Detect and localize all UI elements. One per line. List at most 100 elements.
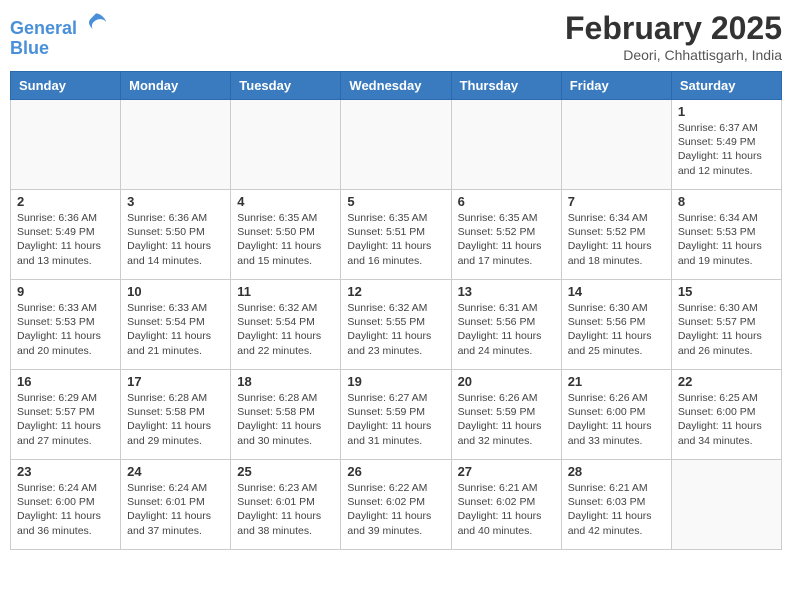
- logo-bird-icon: [84, 10, 108, 34]
- day-of-week-header: Thursday: [451, 72, 561, 100]
- day-number: 8: [678, 194, 775, 209]
- day-info: Sunrise: 6:33 AM Sunset: 5:53 PM Dayligh…: [17, 301, 114, 358]
- day-of-week-header: Wednesday: [341, 72, 451, 100]
- day-number: 2: [17, 194, 114, 209]
- day-number: 11: [237, 284, 334, 299]
- calendar-cell: 23 Sunrise: 6:24 AM Sunset: 6:00 PM Dayli…: [11, 460, 121, 550]
- day-of-week-header: Saturday: [671, 72, 781, 100]
- day-info: Sunrise: 6:36 AM Sunset: 5:50 PM Dayligh…: [127, 211, 224, 268]
- day-info: Sunrise: 6:34 AM Sunset: 5:53 PM Dayligh…: [678, 211, 775, 268]
- day-info: Sunrise: 6:33 AM Sunset: 5:54 PM Dayligh…: [127, 301, 224, 358]
- calendar-cell: 11 Sunrise: 6:32 AM Sunset: 5:54 PM Dayli…: [231, 280, 341, 370]
- day-number: 28: [568, 464, 665, 479]
- day-info: Sunrise: 6:21 AM Sunset: 6:03 PM Dayligh…: [568, 481, 665, 538]
- month-title: February 2025: [565, 10, 782, 47]
- day-number: 17: [127, 374, 224, 389]
- day-info: Sunrise: 6:36 AM Sunset: 5:49 PM Dayligh…: [17, 211, 114, 268]
- day-number: 27: [458, 464, 555, 479]
- day-number: 18: [237, 374, 334, 389]
- calendar-cell: 16 Sunrise: 6:29 AM Sunset: 5:57 PM Dayli…: [11, 370, 121, 460]
- calendar-cell: 15 Sunrise: 6:30 AM Sunset: 5:57 PM Dayli…: [671, 280, 781, 370]
- day-number: 20: [458, 374, 555, 389]
- calendar-header-row: SundayMondayTuesdayWednesdayThursdayFrid…: [11, 72, 782, 100]
- day-number: 4: [237, 194, 334, 209]
- day-info: Sunrise: 6:22 AM Sunset: 6:02 PM Dayligh…: [347, 481, 444, 538]
- day-info: Sunrise: 6:28 AM Sunset: 5:58 PM Dayligh…: [127, 391, 224, 448]
- calendar-cell: 21 Sunrise: 6:26 AM Sunset: 6:00 PM Dayli…: [561, 370, 671, 460]
- page-header: General Blue February 2025 Deori, Chhatt…: [10, 10, 782, 63]
- calendar-cell: 22Sunrise: 6:25 AM Sunset: 6:00 PM Dayli…: [671, 370, 781, 460]
- calendar-cell: 3 Sunrise: 6:36 AM Sunset: 5:50 PM Daylig…: [121, 190, 231, 280]
- day-info: Sunrise: 6:35 AM Sunset: 5:52 PM Dayligh…: [458, 211, 555, 268]
- calendar-cell: 24Sunrise: 6:24 AM Sunset: 6:01 PM Dayli…: [121, 460, 231, 550]
- day-info: Sunrise: 6:28 AM Sunset: 5:58 PM Dayligh…: [237, 391, 334, 448]
- day-info: Sunrise: 6:23 AM Sunset: 6:01 PM Dayligh…: [237, 481, 334, 538]
- calendar-cell: 13 Sunrise: 6:31 AM Sunset: 5:56 PM Dayli…: [451, 280, 561, 370]
- day-number: 7: [568, 194, 665, 209]
- day-info: Sunrise: 6:32 AM Sunset: 5:54 PM Dayligh…: [237, 301, 334, 358]
- day-number: 16: [17, 374, 114, 389]
- day-number: 6: [458, 194, 555, 209]
- day-number: 13: [458, 284, 555, 299]
- day-number: 23: [17, 464, 114, 479]
- calendar-cell: [671, 460, 781, 550]
- day-info: Sunrise: 6:30 AM Sunset: 5:57 PM Dayligh…: [678, 301, 775, 358]
- day-number: 15: [678, 284, 775, 299]
- calendar-cell: 1Sunrise: 6:37 AM Sunset: 5:49 PM Daylig…: [671, 100, 781, 190]
- calendar-cell: 28 Sunrise: 6:21 AM Sunset: 6:03 PM Dayli…: [561, 460, 671, 550]
- title-block: February 2025 Deori, Chhattisgarh, India: [565, 10, 782, 63]
- calendar-cell: 14 Sunrise: 6:30 AM Sunset: 5:56 PM Dayli…: [561, 280, 671, 370]
- calendar-cell: 25 Sunrise: 6:23 AM Sunset: 6:01 PM Dayli…: [231, 460, 341, 550]
- calendar-cell: [341, 100, 451, 190]
- calendar-cell: [231, 100, 341, 190]
- day-info: Sunrise: 6:34 AM Sunset: 5:52 PM Dayligh…: [568, 211, 665, 268]
- calendar-cell: 18 Sunrise: 6:28 AM Sunset: 5:58 PM Dayli…: [231, 370, 341, 460]
- week-row: 9 Sunrise: 6:33 AM Sunset: 5:53 PM Daylig…: [11, 280, 782, 370]
- calendar-cell: 20Sunrise: 6:26 AM Sunset: 5:59 PM Dayli…: [451, 370, 561, 460]
- day-info: Sunrise: 6:26 AM Sunset: 6:00 PM Dayligh…: [568, 391, 665, 448]
- day-number: 5: [347, 194, 444, 209]
- day-info: Sunrise: 6:35 AM Sunset: 5:51 PM Dayligh…: [347, 211, 444, 268]
- day-number: 19: [347, 374, 444, 389]
- calendar-cell: 26 Sunrise: 6:22 AM Sunset: 6:02 PM Dayli…: [341, 460, 451, 550]
- calendar-cell: 9 Sunrise: 6:33 AM Sunset: 5:53 PM Daylig…: [11, 280, 121, 370]
- day-of-week-header: Sunday: [11, 72, 121, 100]
- day-number: 12: [347, 284, 444, 299]
- day-info: Sunrise: 6:32 AM Sunset: 5:55 PM Dayligh…: [347, 301, 444, 358]
- day-info: Sunrise: 6:35 AM Sunset: 5:50 PM Dayligh…: [237, 211, 334, 268]
- day-number: 1: [678, 104, 775, 119]
- logo-text: General: [10, 10, 108, 39]
- week-row: 1Sunrise: 6:37 AM Sunset: 5:49 PM Daylig…: [11, 100, 782, 190]
- calendar-cell: [11, 100, 121, 190]
- calendar-cell: 27 Sunrise: 6:21 AM Sunset: 6:02 PM Dayli…: [451, 460, 561, 550]
- week-row: 23 Sunrise: 6:24 AM Sunset: 6:00 PM Dayli…: [11, 460, 782, 550]
- location-subtitle: Deori, Chhattisgarh, India: [565, 47, 782, 63]
- calendar-cell: 4 Sunrise: 6:35 AM Sunset: 5:50 PM Daylig…: [231, 190, 341, 280]
- day-number: 25: [237, 464, 334, 479]
- day-number: 14: [568, 284, 665, 299]
- day-info: Sunrise: 6:29 AM Sunset: 5:57 PM Dayligh…: [17, 391, 114, 448]
- calendar-table: SundayMondayTuesdayWednesdayThursdayFrid…: [10, 71, 782, 550]
- logo-text-blue: Blue: [10, 39, 108, 59]
- day-number: 3: [127, 194, 224, 209]
- calendar-cell: [451, 100, 561, 190]
- calendar-cell: 19Sunrise: 6:27 AM Sunset: 5:59 PM Dayli…: [341, 370, 451, 460]
- calendar-cell: 10 Sunrise: 6:33 AM Sunset: 5:54 PM Dayli…: [121, 280, 231, 370]
- day-number: 21: [568, 374, 665, 389]
- day-of-week-header: Monday: [121, 72, 231, 100]
- calendar-cell: 6 Sunrise: 6:35 AM Sunset: 5:52 PM Daylig…: [451, 190, 561, 280]
- week-row: 2 Sunrise: 6:36 AM Sunset: 5:49 PM Daylig…: [11, 190, 782, 280]
- day-number: 9: [17, 284, 114, 299]
- logo: General Blue: [10, 10, 108, 59]
- day-number: 24: [127, 464, 224, 479]
- calendar-cell: 5 Sunrise: 6:35 AM Sunset: 5:51 PM Daylig…: [341, 190, 451, 280]
- calendar-cell: 17 Sunrise: 6:28 AM Sunset: 5:58 PM Dayli…: [121, 370, 231, 460]
- day-info: Sunrise: 6:21 AM Sunset: 6:02 PM Dayligh…: [458, 481, 555, 538]
- day-number: 26: [347, 464, 444, 479]
- day-info: Sunrise: 6:30 AM Sunset: 5:56 PM Dayligh…: [568, 301, 665, 358]
- day-info: Sunrise: 6:24 AM Sunset: 6:00 PM Dayligh…: [17, 481, 114, 538]
- calendar-cell: [561, 100, 671, 190]
- day-info: Sunrise: 6:31 AM Sunset: 5:56 PM Dayligh…: [458, 301, 555, 358]
- day-number: 10: [127, 284, 224, 299]
- day-of-week-header: Friday: [561, 72, 671, 100]
